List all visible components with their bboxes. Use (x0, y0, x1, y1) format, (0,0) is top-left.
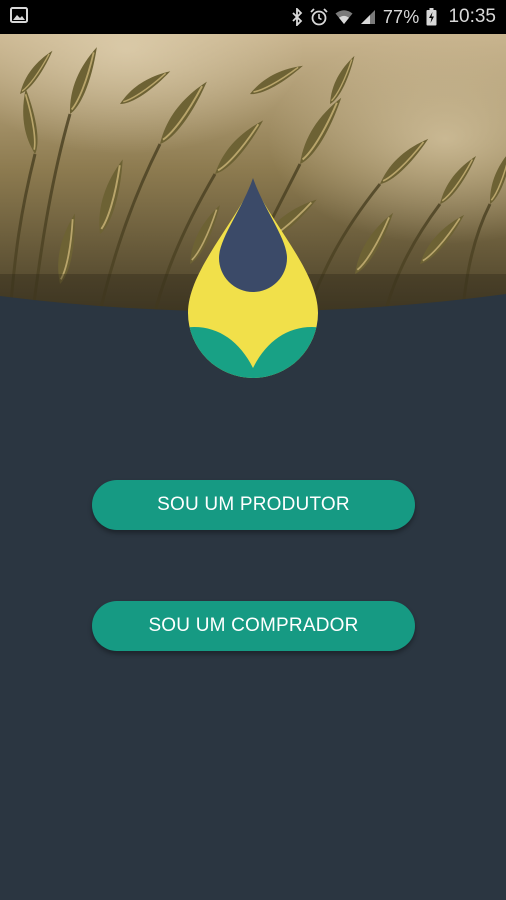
comprador-button[interactable]: SOU UM COMPRADOR (92, 601, 415, 651)
bluetooth-icon (291, 8, 303, 26)
drop-logo (188, 178, 318, 378)
produtor-button-label: SOU UM PRODUTOR (157, 494, 350, 515)
produtor-button[interactable]: SOU UM PRODUTOR (92, 480, 415, 530)
battery-charging-icon (426, 8, 437, 26)
signal-icon (360, 9, 376, 25)
image-icon (10, 6, 28, 28)
comprador-button-label: SOU UM COMPRADOR (148, 615, 359, 636)
battery-percent: 77% (382, 6, 420, 27)
wifi-icon (335, 9, 353, 25)
status-bar: 77% 10:35 (0, 0, 506, 34)
alarm-icon (310, 8, 328, 26)
clock: 10:35 (448, 6, 496, 27)
